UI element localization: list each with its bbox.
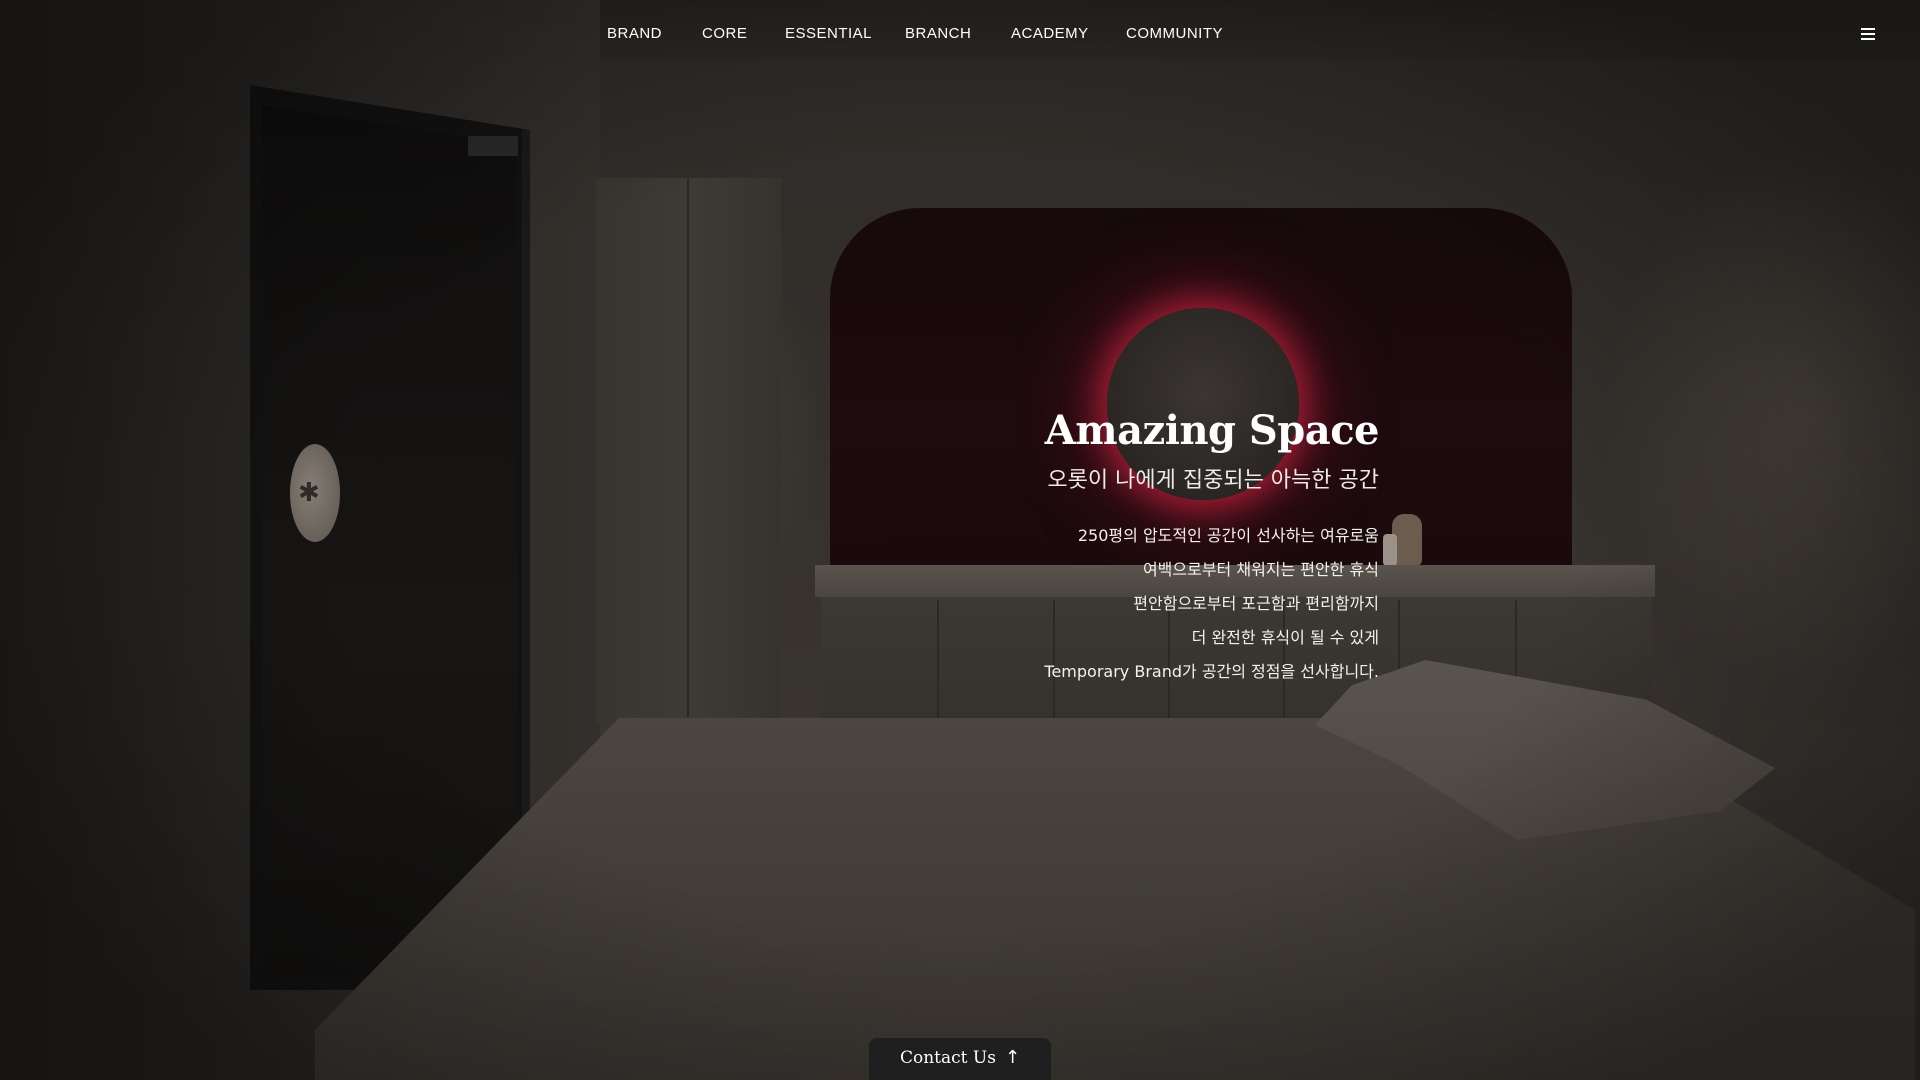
small-bottle bbox=[1383, 534, 1397, 566]
wall-logo-mark: ✱ bbox=[298, 478, 320, 508]
top-navigation: BRAND CORE ESSENTIAL BRANCH ACADEMY COMM… bbox=[0, 0, 1920, 70]
wall-logo-medallion: ✱ bbox=[290, 444, 340, 542]
hamburger-menu-icon[interactable] bbox=[1861, 28, 1875, 40]
nav-item-branch[interactable]: BRANCH bbox=[905, 25, 971, 42]
hero-description-line: 여백으로부터 채워지는 편안한 휴식 bbox=[1142, 560, 1379, 579]
hero-subtitle: 오롯이 나에게 집중되는 아늑한 공간 bbox=[1047, 468, 1379, 493]
nav-item-community[interactable]: COMMUNITY bbox=[1126, 25, 1223, 42]
doorway-interior bbox=[262, 105, 517, 975]
nav-item-core[interactable]: CORE bbox=[702, 25, 747, 42]
hero-background: ✱ BRAND CORE ESSENTIAL BRANCH ACADEMY CO… bbox=[0, 0, 1920, 1080]
nav-item-brand[interactable]: BRAND bbox=[607, 25, 662, 42]
arrow-up-icon: ↑ bbox=[1004, 1047, 1021, 1068]
hero-description-line: 편안함으로부터 포근함과 편리함까지 bbox=[1133, 594, 1379, 613]
door-plate bbox=[468, 136, 518, 156]
hero-description-line: 250평의 압도적인 공간이 선사하는 여유로움 bbox=[1077, 526, 1379, 545]
hero-title: Amazing Space bbox=[1044, 407, 1380, 454]
hero-description: 250평의 압도적인 공간이 선사하는 여유로움 여백으로부터 채워지는 편안한… bbox=[679, 519, 1379, 689]
nav-item-academy[interactable]: ACADEMY bbox=[1011, 25, 1089, 42]
hero-description-line: Temporary Brand가 공간의 정점을 선사합니다. bbox=[1044, 662, 1379, 681]
hero-description-line: 더 완전한 휴식이 될 수 있게 bbox=[1191, 628, 1379, 647]
nav-item-essential[interactable]: ESSENTIAL bbox=[785, 25, 872, 42]
contact-us-button[interactable]: Contact Us ↑ bbox=[869, 1038, 1051, 1080]
contact-us-label: Contact Us bbox=[899, 1048, 996, 1068]
hero-text-block: Amazing Space 오롯이 나에게 집중되는 아늑한 공간 250평의 … bbox=[679, 405, 1379, 689]
